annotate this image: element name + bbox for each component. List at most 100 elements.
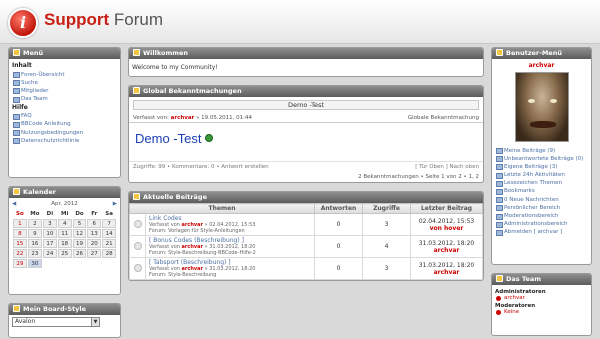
site-title-primary: Support — [44, 10, 110, 29]
avatar-eye — [527, 99, 535, 103]
calendar-day[interactable]: 12 — [72, 229, 87, 238]
author-prefix: Verfasst von: — [133, 115, 169, 121]
topic-forum[interactable]: Forum: Style-Beschreibung-BBCode-Hilfe-2 — [149, 250, 314, 256]
last-post-date: 02.04.2012, 15:53 — [418, 217, 475, 225]
calendar-day[interactable]: 26 — [72, 249, 87, 258]
calendar-day-today[interactable]: 30 — [27, 259, 42, 268]
announcement-topic-title: Demo -Test — [288, 101, 324, 109]
site-title-secondary: Forum — [109, 10, 163, 29]
team-icon — [496, 275, 503, 282]
team-body: Administratoren archvar Moderatoren Kein… — [492, 285, 591, 335]
calendar-day[interactable]: 1 — [13, 219, 27, 228]
next-month-arrow-icon[interactable]: ▶ — [113, 201, 117, 207]
calendar-day[interactable]: 19 — [72, 239, 87, 248]
topic-title-link[interactable]: [ Tabsport (Beschreibung) ] — [149, 259, 314, 266]
author-link[interactable]: archvar — [171, 115, 195, 121]
topic-last-post: 31.03.2012, 18:20 archvar — [410, 257, 483, 280]
announcement-pagination[interactable]: 2 Bekanntmachungen • Seite 1 von 2 • 1, … — [129, 171, 483, 182]
user-menu-header: Benutzer-Menü — [492, 48, 591, 59]
calendar-day[interactable]: 14 — [102, 229, 116, 238]
calendar-day-empty — [87, 259, 101, 268]
avatar[interactable] — [514, 72, 569, 142]
user-name[interactable]: archvar — [495, 62, 588, 69]
user-link[interactable]: Persönlicher Bereich — [495, 203, 588, 212]
calendar-day[interactable]: 21 — [102, 239, 116, 248]
calendar-day[interactable]: 20 — [87, 239, 102, 248]
style-select[interactable]: Avalon ▼ — [12, 317, 100, 327]
menu-item-bbcode[interactable]: BBCode Anleitung — [12, 120, 117, 129]
user-link[interactable]: Bookmarks — [495, 187, 588, 196]
calendar-day[interactable]: 3 — [43, 219, 57, 228]
team-member-link: Keine — [495, 309, 588, 315]
announcement-body: Demo -Test — [129, 123, 483, 161]
user-link[interactable]: Letzte 24h Aktivitäten — [495, 171, 588, 179]
calendar-day[interactable]: 10 — [43, 229, 57, 238]
calendar-day[interactable]: 24 — [43, 249, 57, 258]
menu-item-faq[interactable]: FAQ — [12, 112, 117, 120]
announcement-meta: Verfasst von: archvar » 19.05.2011, 01:4… — [129, 113, 483, 123]
topics-table: Themen Antworten Zugriffe Letzter Beitra… — [129, 203, 483, 280]
menu-item-search[interactable]: Suche — [12, 78, 117, 87]
back-to-top-link[interactable]: [ Tür Oben ] Nach oben — [415, 162, 479, 171]
chevron-down-icon[interactable]: ▼ — [91, 318, 99, 326]
calendar-day[interactable]: 15 — [13, 239, 27, 248]
calendar-grid: So Mo Di Mi Do Fr Sa 1 2 3 4 5 6 7 8 9 1… — [12, 208, 117, 269]
prev-month-arrow-icon[interactable]: ◀ — [12, 201, 16, 207]
announcement-stats[interactable]: Zugriffe: 99 • Kommentare: 0 • Antwort e… — [133, 162, 269, 171]
calendar-day[interactable]: 25 — [57, 249, 72, 258]
forum-header: i Support Forum — [0, 0, 600, 44]
topic-answers: 0 — [314, 213, 363, 236]
team-member-link[interactable]: archvar — [495, 295, 588, 301]
team-box: Das Team Administratoren archvar Moderat… — [491, 273, 592, 336]
calendar-day[interactable]: 7 — [102, 219, 116, 228]
welcome-box: Willkommen Welcome to my Community! — [128, 47, 484, 77]
user-link[interactable]: Administrationsbereich — [495, 220, 588, 228]
user-link[interactable]: Eigene Beiträge (3) — [495, 162, 588, 171]
topic-forum[interactable]: Forum: Style-Beschreibung — [149, 272, 314, 278]
topic-forum[interactable]: Forum: Vorlagen für Style-Anleitungen — [149, 228, 314, 234]
announcement-topic-link[interactable]: Demo -Test — [133, 100, 479, 110]
calendar-day[interactable]: 23 — [27, 249, 42, 258]
calendar-day[interactable]: 27 — [87, 249, 102, 258]
announcement-icon — [133, 87, 140, 94]
calendar-day[interactable]: 4 — [57, 219, 72, 228]
menu-item-members[interactable]: Mitglieder — [12, 86, 117, 95]
site-title[interactable]: Support Forum — [44, 10, 163, 30]
calendar-day-empty — [102, 259, 116, 268]
menu-item-privacy[interactable]: Datenschutzrichtlinie — [12, 136, 117, 145]
last-post-user[interactable]: archvar — [434, 269, 460, 276]
calendar-day[interactable]: 28 — [102, 249, 116, 258]
info-logo-icon[interactable]: i — [8, 8, 38, 38]
topic-title-link[interactable]: Link Codes — [149, 215, 314, 222]
calendar-day[interactable]: 2 — [27, 219, 42, 228]
calendar-day[interactable]: 5 — [72, 219, 87, 228]
user-link[interactable]: 0 Neue Nachrichten — [495, 195, 588, 204]
user-menu-body: archvar Meine Beiträge (9) Unbeantwortet… — [492, 59, 591, 264]
calendar-day-empty — [73, 259, 87, 268]
user-link[interactable]: Meine Beiträge (9) — [495, 146, 588, 155]
user-link[interactable]: Moderationsbereich — [495, 212, 588, 220]
calendar-day[interactable]: 29 — [13, 259, 27, 268]
calendar-day[interactable]: 16 — [27, 239, 42, 248]
calendar-day[interactable]: 9 — [27, 229, 42, 238]
last-post-user[interactable]: von hover — [430, 225, 464, 232]
calendar-day[interactable]: 18 — [57, 239, 72, 248]
topic-title-link[interactable]: [ Bonus Codes (Beschreibung) ] — [149, 237, 314, 244]
calendar-day[interactable]: 8 — [13, 229, 27, 238]
calendar-day[interactable]: 11 — [57, 229, 72, 238]
announcement-footer: Zugriffe: 99 • Kommentare: 0 • Antwort e… — [129, 161, 483, 171]
calendar-day[interactable]: 13 — [87, 229, 102, 238]
user-link[interactable]: Unbeantwortete Beiträge (0) — [495, 154, 588, 163]
calendar-day[interactable]: 17 — [43, 239, 57, 248]
last-post-user[interactable]: archvar — [434, 247, 460, 254]
menu-item-terms[interactable]: Nutzungsbedingungen — [12, 128, 117, 137]
avatar-mouth — [529, 121, 556, 128]
menu-item-forum-overview[interactable]: Foren-Übersicht — [12, 70, 117, 79]
calendar-day[interactable]: 6 — [87, 219, 102, 228]
logout-link[interactable]: Abmelden [ archvar ] — [495, 228, 588, 237]
menu-item-team[interactable]: Das Team — [12, 95, 117, 103]
topic-cell: [ Tabsport (Beschreibung) ] Verfasst von… — [145, 257, 315, 280]
calendar-day[interactable]: 22 — [13, 249, 27, 258]
user-link[interactable]: Lesezeichen Themen — [495, 179, 588, 187]
calendar-body: ◀ Apr. 2012 ▶ So Mo Di Mi Do Fr Sa 1 2 3 — [9, 198, 120, 294]
